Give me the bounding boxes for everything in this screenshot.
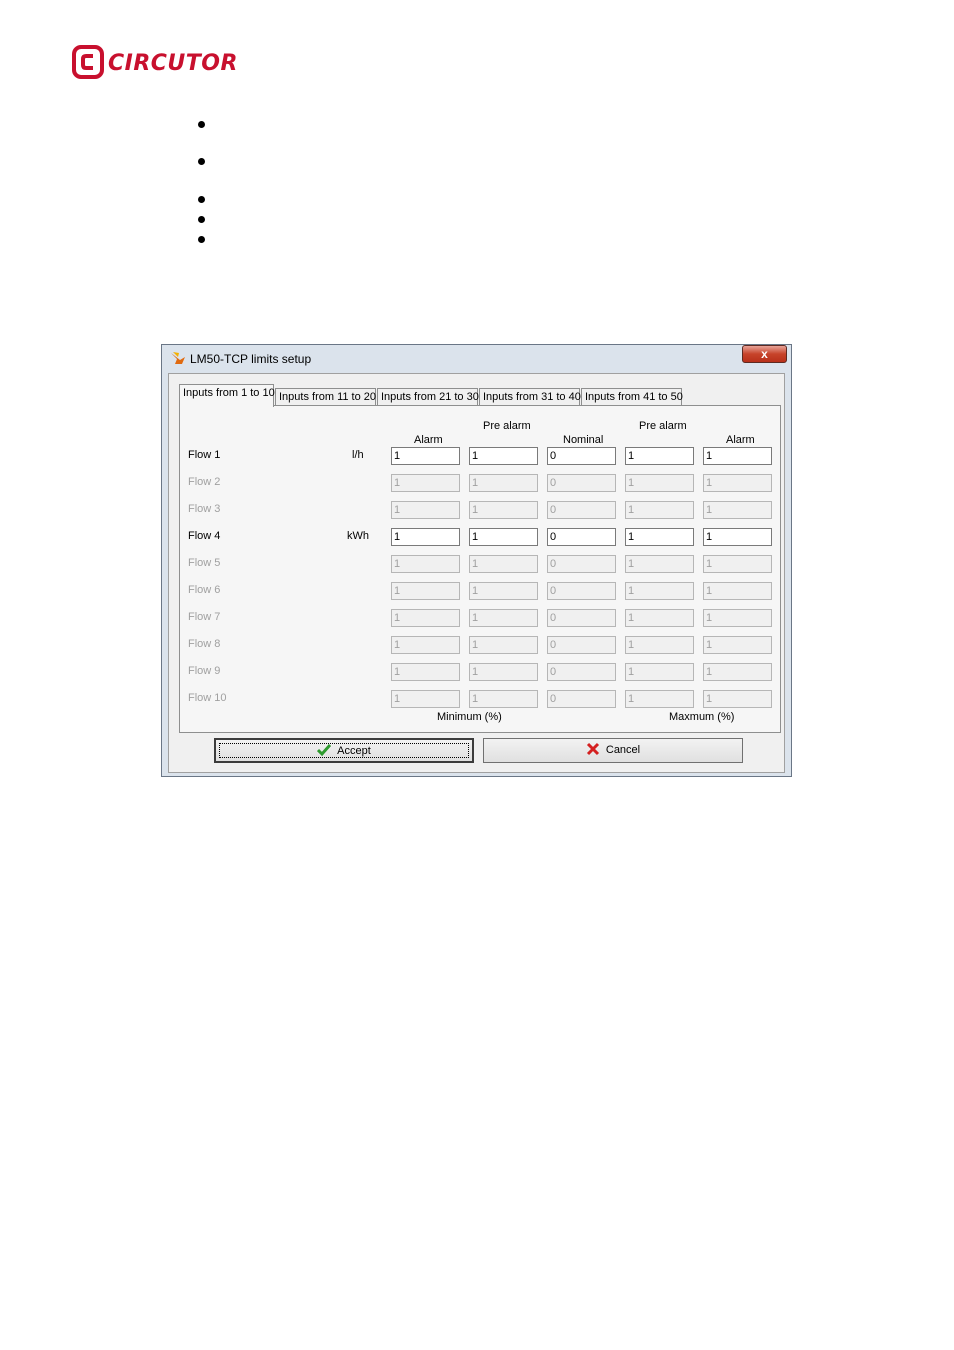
min-prealarm-field: 1 (469, 582, 538, 600)
nominal-field: 0 (547, 582, 616, 600)
tab-inputs-11-20[interactable]: Inputs from 11 to 20 (275, 388, 376, 405)
max-prealarm-field[interactable]: 1 (625, 447, 694, 465)
nominal-field: 0 (547, 609, 616, 627)
max-alarm-field: 1 (703, 474, 772, 492)
red-x-icon (586, 743, 599, 756)
max-prealarm-field: 1 (625, 636, 694, 654)
column-header-min-prealarm: Pre alarm (483, 420, 531, 432)
flow-unit: kWh (347, 530, 369, 542)
min-prealarm-field[interactable]: 1 (469, 528, 538, 546)
column-header-min-alarm: Alarm (414, 434, 443, 446)
nominal-field: 0 (547, 501, 616, 519)
min-prealarm-field[interactable]: 1 (469, 447, 538, 465)
nominal-field[interactable]: 0 (547, 528, 616, 546)
flow-label: Flow 9 (188, 665, 221, 677)
min-prealarm-field: 1 (469, 663, 538, 681)
nominal-field[interactable]: 0 (547, 447, 616, 465)
max-alarm-field: 1 (703, 501, 772, 519)
max-alarm-field: 1 (703, 636, 772, 654)
max-alarm-field: 1 (703, 555, 772, 573)
max-prealarm-field: 1 (625, 690, 694, 708)
column-header-max-alarm: Alarm (726, 434, 755, 446)
tab-inputs-41-50[interactable]: Inputs from 41 to 50 (581, 388, 683, 405)
tab-inputs-31-40[interactable]: Inputs from 31 to 40 (479, 388, 581, 405)
flow-label: Flow 2 (188, 476, 221, 488)
nominal-field: 0 (547, 555, 616, 573)
min-alarm-field: 1 (391, 582, 460, 600)
min-alarm-field: 1 (391, 555, 460, 573)
max-prealarm-field: 1 (625, 582, 694, 600)
max-prealarm-field: 1 (625, 663, 694, 681)
max-alarm-field: 1 (703, 609, 772, 627)
dialog-title: LM50-TCP limits setup (190, 352, 312, 366)
nominal-field: 0 (547, 663, 616, 681)
max-prealarm-field: 1 (625, 501, 694, 519)
close-button[interactable]: x (742, 345, 787, 363)
flow-label: Flow 8 (188, 638, 221, 650)
logo-text: CIRCUTOR (108, 51, 238, 76)
min-prealarm-field: 1 (469, 636, 538, 654)
min-prealarm-field: 1 (469, 690, 538, 708)
max-alarm-field[interactable]: 1 (703, 528, 772, 546)
tab-inputs-21-30[interactable]: Inputs from 21 to 30 (377, 388, 479, 405)
min-alarm-field: 1 (391, 690, 460, 708)
dialog-client-area: Inputs from 1 to 10 Inputs from 11 to 20… (168, 373, 785, 773)
circutor-logo-icon (72, 45, 104, 79)
min-prealarm-field: 1 (469, 555, 538, 573)
flow-label: Flow 4 (188, 530, 221, 542)
min-alarm-field[interactable]: 1 (391, 528, 460, 546)
limits-setup-dialog: LM50-TCP limits setup x Inputs from 1 to… (161, 344, 792, 777)
max-alarm-field: 1 (703, 663, 772, 681)
focus-rectangle (219, 743, 469, 758)
minimum-group-label: Minimum (%) (437, 711, 502, 723)
checkmark-icon (317, 744, 332, 757)
flow-label: Flow 7 (188, 611, 221, 623)
bullet (198, 196, 205, 203)
flow-unit: l/h (352, 449, 364, 461)
nominal-field: 0 (547, 474, 616, 492)
min-alarm-field: 1 (391, 636, 460, 654)
bullet (198, 121, 205, 128)
tab-panel: Alarm Pre alarm Nominal Pre alarm Alarm … (179, 405, 781, 733)
max-alarm-field: 1 (703, 690, 772, 708)
circutor-logo: CIRCUTOR (72, 45, 247, 81)
app-flame-icon (171, 352, 185, 364)
max-prealarm-field: 1 (625, 555, 694, 573)
flow-label: Flow 6 (188, 584, 221, 596)
close-icon: x (761, 347, 768, 361)
min-alarm-field[interactable]: 1 (391, 447, 460, 465)
nominal-field: 0 (547, 636, 616, 654)
max-prealarm-field[interactable]: 1 (625, 528, 694, 546)
cancel-label: Cancel (605, 744, 641, 756)
bullet (198, 236, 205, 243)
flow-label: Flow 1 (188, 449, 221, 461)
tab-inputs-1-10[interactable]: Inputs from 1 to 10 (179, 384, 275, 407)
min-prealarm-field: 1 (469, 609, 538, 627)
max-prealarm-field: 1 (625, 474, 694, 492)
maximum-group-label: Maxmum (%) (669, 711, 735, 723)
min-alarm-field: 1 (391, 501, 460, 519)
min-alarm-field: 1 (391, 609, 460, 627)
column-header-nominal: Nominal (563, 434, 604, 446)
max-prealarm-field: 1 (625, 609, 694, 627)
min-prealarm-field: 1 (469, 474, 538, 492)
nominal-field: 0 (547, 690, 616, 708)
bullet (198, 158, 205, 165)
cancel-button[interactable]: Cancel (483, 738, 743, 763)
column-header-max-prealarm: Pre alarm (639, 420, 687, 432)
accept-button[interactable]: Accept (214, 738, 474, 763)
flow-label: Flow 3 (188, 503, 221, 515)
min-alarm-field: 1 (391, 663, 460, 681)
min-alarm-field: 1 (391, 474, 460, 492)
min-prealarm-field: 1 (469, 501, 538, 519)
max-alarm-field[interactable]: 1 (703, 447, 772, 465)
flow-label: Flow 10 (188, 692, 227, 704)
bullet (198, 216, 205, 223)
max-alarm-field: 1 (703, 582, 772, 600)
flow-label: Flow 5 (188, 557, 221, 569)
